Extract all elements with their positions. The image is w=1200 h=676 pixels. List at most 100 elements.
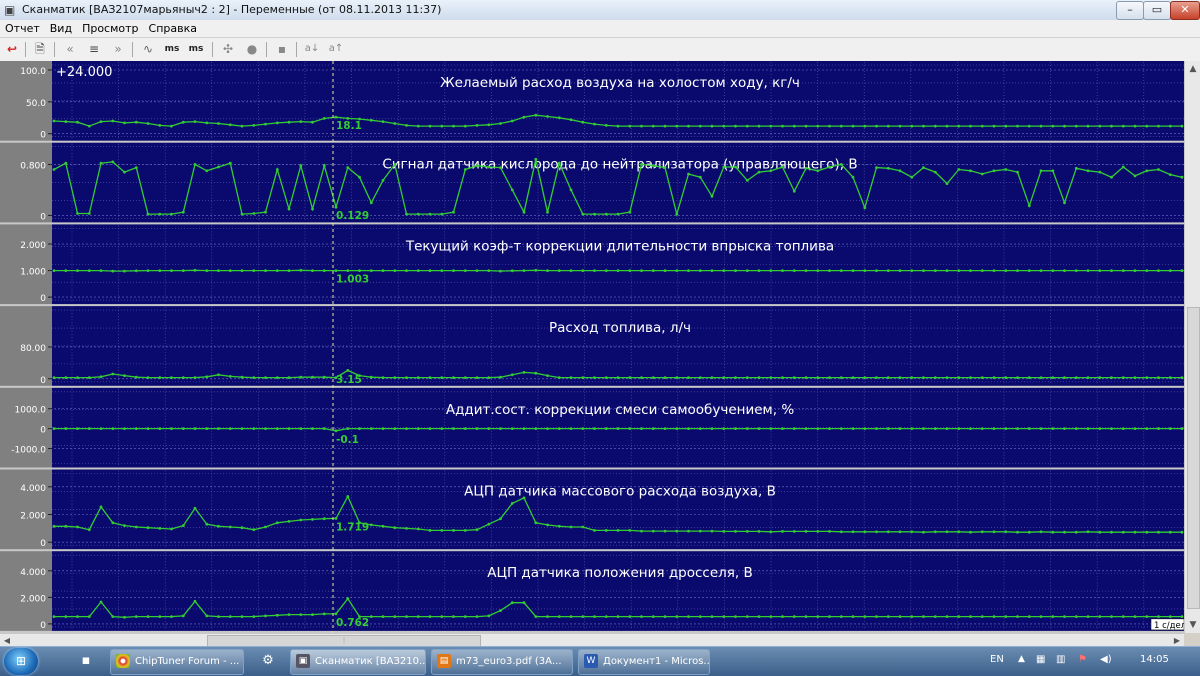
data-point (722, 269, 726, 272)
data-point (863, 427, 867, 430)
tray-expand-icon[interactable]: ▲ (1018, 654, 1025, 664)
task-scanmatic[interactable]: ▣ Сканматик [ВАЗ210... (290, 649, 426, 675)
y-tick-label: 0 (40, 376, 46, 386)
tray-network-icon[interactable]: ▥ (1056, 654, 1065, 665)
menu-browse[interactable]: Просмотр (77, 20, 143, 35)
data-point (1074, 376, 1078, 379)
cursor-icon[interactable]: ✣ (218, 40, 238, 58)
forward-icon[interactable]: » (108, 40, 128, 58)
record-icon[interactable]: ● (242, 40, 262, 58)
rewind-icon[interactable]: « (60, 40, 80, 58)
data-point (781, 269, 784, 272)
minimize-button[interactable]: – (1116, 1, 1144, 20)
data-point (663, 124, 667, 128)
vertical-scroll-thumb[interactable] (1187, 307, 1200, 609)
data-point (745, 376, 749, 379)
scroll-up-icon[interactable]: ▲ (1185, 61, 1200, 77)
data-point (945, 182, 949, 185)
data-point (369, 201, 373, 205)
data-point (792, 427, 796, 430)
quicklaunch-save-icon[interactable]: ▪ (76, 652, 96, 670)
ms-minus-button[interactable]: ms (162, 40, 182, 58)
data-point (299, 613, 303, 616)
data-point (475, 615, 479, 618)
report-icon[interactable]: 🗎 (30, 40, 50, 58)
data-point (875, 427, 878, 430)
data-point (475, 124, 479, 127)
close-button[interactable]: ✕ (1170, 1, 1200, 20)
data-point (405, 269, 408, 272)
horizontal-scrollbar[interactable]: ◀ ⦙ ▶ (0, 633, 1184, 647)
ms-plus-button[interactable]: ms (186, 40, 206, 58)
window-title: Сканматик [ВАЗ2107марьяныч2 : 2] - Перем… (22, 3, 442, 16)
wave-icon[interactable]: ∿ (138, 40, 158, 58)
data-point (933, 530, 937, 534)
data-point (99, 375, 103, 379)
tray-flag-icon[interactable]: ⚑ (1078, 654, 1087, 665)
y-tick-label: 80.00 (20, 344, 46, 354)
data-point (475, 269, 479, 272)
task-word[interactable]: W Документ1 - Micros... (578, 649, 710, 675)
data-point (463, 168, 467, 171)
tray-volume-icon[interactable]: ◀) (1100, 654, 1112, 665)
data-point (1074, 427, 1078, 430)
data-point (240, 526, 244, 530)
data-point (1168, 269, 1172, 272)
start-button[interactable]: ⊞ (4, 648, 38, 675)
list-icon[interactable]: ≡ (84, 40, 104, 58)
data-point (898, 615, 902, 618)
menu-report[interactable]: Отчет (0, 20, 45, 35)
task-chiptuner[interactable]: ChipTuner Forum - ... (110, 649, 244, 675)
data-point (1027, 269, 1031, 272)
ms-minus-label: ms (164, 44, 180, 54)
data-point (264, 122, 267, 126)
data-point (757, 530, 761, 533)
data-point (640, 269, 643, 272)
data-point (1027, 427, 1031, 430)
data-point (910, 269, 914, 272)
data-point (534, 521, 538, 525)
language-indicator[interactable]: EN (990, 654, 1004, 665)
maximize-button[interactable]: ▭ (1143, 1, 1171, 20)
menu-help[interactable]: Справка (144, 20, 202, 35)
data-point (510, 269, 514, 273)
a-up-button[interactable]: a↑ (326, 40, 346, 58)
data-point (1063, 124, 1066, 128)
tray-device-icon[interactable]: ▦ (1036, 654, 1045, 665)
data-point (158, 124, 162, 127)
data-point (334, 517, 338, 520)
data-point (863, 206, 867, 210)
data-point (381, 376, 385, 379)
data-point (1180, 124, 1184, 128)
data-point (875, 530, 878, 534)
data-point (804, 124, 808, 128)
clock[interactable]: 14:05 (1140, 654, 1169, 665)
data-point (1074, 269, 1078, 272)
data-point (170, 427, 173, 430)
exit-arrow-icon[interactable]: ↩ (2, 40, 22, 58)
menu-view[interactable]: Вид (45, 20, 77, 35)
data-point (205, 375, 209, 379)
data-point (687, 172, 690, 176)
data-point (1110, 376, 1113, 379)
data-point (604, 376, 608, 379)
quicklaunch-tool-icon[interactable]: ⚙ (258, 652, 278, 670)
data-point (52, 524, 56, 528)
data-point (1098, 615, 1102, 618)
data-point (181, 524, 185, 527)
scroll-down-icon[interactable]: ▼ (1185, 617, 1200, 633)
data-point (1133, 124, 1137, 128)
a-down-button[interactable]: a↓ (302, 40, 322, 58)
data-point (205, 522, 209, 526)
data-point (1157, 530, 1160, 534)
data-point (992, 427, 996, 430)
data-point (475, 427, 479, 430)
task-pdf[interactable]: ▤ m73_euro3.pdf (3А... (431, 649, 573, 675)
data-point (1051, 376, 1055, 379)
vertical-scrollbar[interactable]: ▲ ▼ (1184, 61, 1200, 633)
data-point (1004, 615, 1008, 618)
data-point (698, 269, 702, 272)
data-point (440, 212, 444, 216)
save-icon[interactable]: ▪ (272, 40, 292, 58)
data-point (499, 427, 502, 430)
